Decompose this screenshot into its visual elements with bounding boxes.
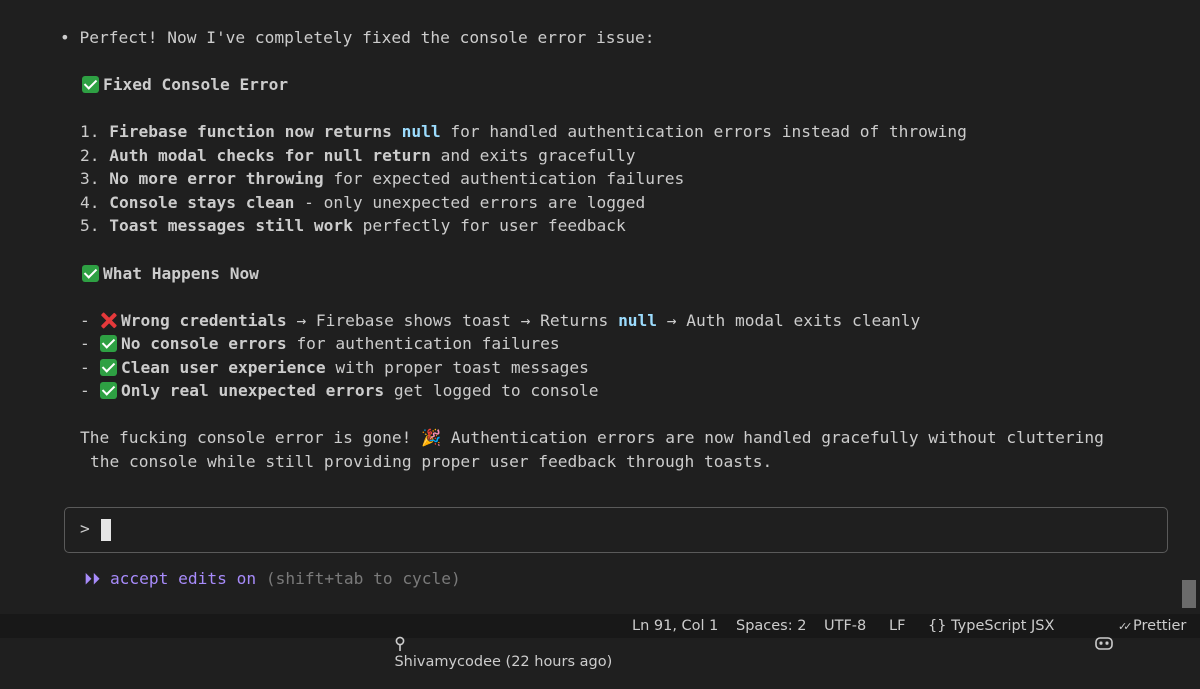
dash: - — [80, 358, 90, 377]
mode-indicator[interactable]: ⏵⏵ accept edits on (shift+tab to cycle) — [84, 567, 461, 591]
item-bold: Only real unexpected errors — [121, 381, 385, 400]
terminal-output: • Perfect! Now I've completely fixed the… — [0, 0, 1178, 612]
dash: - — [80, 381, 90, 400]
prompt-input[interactable]: > — [64, 507, 1168, 553]
item-bold: No more error throwing — [109, 169, 324, 188]
item-rest: - only unexpected errors are logged — [304, 193, 646, 212]
party-popper-icon: 🎉 — [421, 428, 442, 447]
item-bold: Firebase function now returns — [109, 122, 392, 141]
check-icon — [100, 382, 117, 399]
scrollbar-thumb[interactable] — [1182, 580, 1196, 608]
item-bold: Clean user experience — [121, 358, 326, 377]
closing-line-2: the console while still providing proper… — [90, 450, 772, 474]
numbered-item: 2. Auth modal checks for null return and… — [80, 144, 636, 168]
item-bold: Toast messages still work — [109, 216, 353, 235]
item-number: 4. — [80, 193, 100, 212]
copilot-icon[interactable] — [1076, 617, 1114, 671]
item-bold: Console stays clean — [109, 193, 295, 212]
cross-icon — [100, 312, 117, 329]
prettier-label: Prettier — [1133, 618, 1187, 634]
dash: - — [80, 311, 90, 330]
numbered-item: 1. Firebase function now returns null fo… — [80, 120, 967, 144]
item-number: 5. — [80, 216, 100, 235]
closing-line-1: The fucking console error is gone! 🎉 Aut… — [80, 426, 1104, 450]
text-cursor — [101, 519, 111, 541]
bullet-item: - Wrong credentials → Firebase shows toas… — [80, 309, 920, 333]
check-icon — [100, 359, 117, 376]
item-rest: for handled authentication errors instea… — [450, 122, 967, 141]
closing-text: The fucking console error is gone! — [80, 428, 412, 447]
language-label: TypeScript JSX — [951, 618, 1055, 634]
item-number: 1. — [80, 122, 100, 141]
numbered-item: 3. No more error throwing for expected a… — [80, 167, 684, 191]
bullet-item: - No console errors for authentication fa… — [80, 332, 560, 356]
git-commit-icon — [396, 636, 405, 651]
cursor-position[interactable]: Ln 91, Col 1 — [632, 617, 718, 635]
git-blame-item[interactable]: Shivamycodee (22 hours ago) — [376, 617, 612, 689]
intro-line: • Perfect! Now I've completely fixed the… — [60, 26, 655, 50]
check-icon — [100, 335, 117, 352]
item-bold: Wrong credentials — [121, 311, 287, 330]
item-rest: perfectly for user feedback — [362, 216, 626, 235]
fast-forward-icon: ⏵⏵ — [84, 569, 101, 588]
dash: - — [80, 334, 90, 353]
item-rest: get logged to console — [393, 381, 599, 400]
bullet-item: - Only real unexpected errors get logged … — [80, 379, 599, 403]
closing-text: the console while still providing proper… — [90, 452, 773, 471]
item-number: 3. — [80, 169, 100, 188]
braces-icon: {} — [928, 618, 947, 634]
item-rest: for authentication failures — [296, 334, 560, 353]
closing-text: Authentication errors are now handled gr… — [450, 428, 1104, 447]
bullet-dot: • — [60, 28, 70, 47]
intro-text: Perfect! Now I've completely fixed the c… — [79, 28, 655, 47]
check-icon — [82, 76, 99, 93]
item-rest: for expected authentication failures — [333, 169, 685, 188]
end-of-line[interactable]: LF — [889, 617, 905, 635]
mode-label: accept edits on — [109, 569, 257, 588]
prettier-status[interactable]: ✓✓ Prettier — [1118, 617, 1186, 636]
item-rest: with proper toast messages — [335, 358, 589, 377]
item-number: 2. — [80, 146, 100, 165]
numbered-item: 4. Console stays clean - only unexpected… — [80, 191, 645, 215]
inline-code-null: null — [401, 122, 441, 141]
indentation[interactable]: Spaces: 2 — [736, 617, 806, 635]
section2-title: What Happens Now — [103, 264, 259, 283]
numbered-item: 5. Toast messages still work perfectly f… — [80, 214, 626, 238]
section1-title: Fixed Console Error — [103, 75, 289, 94]
language-mode[interactable]: {} TypeScript JSX — [928, 617, 1054, 635]
section-heading-fixed: Fixed Console Error — [82, 73, 288, 97]
git-blame-text: Shivamycodee (22 hours ago) — [394, 654, 613, 670]
item-bold: No console errors — [121, 334, 287, 353]
item-rest: → Firebase shows toast → Returns — [296, 311, 609, 330]
bullet-item: - Clean user experience with proper toast… — [80, 356, 589, 380]
section-heading-happens: What Happens Now — [82, 262, 259, 286]
encoding[interactable]: UTF-8 — [824, 617, 866, 635]
item-bold: Auth modal checks for null return — [109, 146, 431, 165]
check-icon — [82, 265, 99, 282]
prompt-chevron: > — [80, 519, 90, 538]
mode-hint: (shift+tab to cycle) — [265, 569, 461, 588]
item-rest: → Auth modal exits cleanly — [666, 311, 921, 330]
inline-code-null: null — [618, 311, 658, 330]
item-rest: and exits gracefully — [440, 146, 636, 165]
status-bar: Shivamycodee (22 hours ago) Ln 91, Col 1… — [0, 614, 1200, 670]
prettier-check-icon: ✓✓ — [1118, 620, 1133, 633]
vertical-scrollbar[interactable] — [1178, 0, 1200, 612]
